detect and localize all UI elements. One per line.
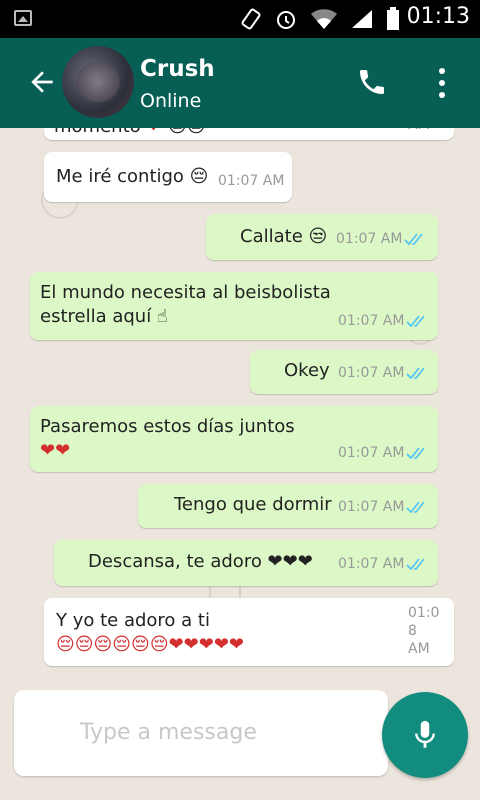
- phone-icon[interactable]: [356, 66, 388, 98]
- message-time: 01:07 AM: [336, 231, 403, 247]
- message-text: Callate 😒: [240, 226, 328, 247]
- alarm-icon: [277, 11, 295, 29]
- message-incoming[interactable]: Me iré contigo 😔 01:07 AM: [44, 152, 292, 202]
- message-time: 01:07 AM: [338, 313, 405, 329]
- message-meta: 01:07 AM: [338, 551, 428, 577]
- message-outgoing[interactable]: Pasaremos estos días juntos ❤❤ 01:07 AM: [30, 406, 438, 472]
- message-outgoing[interactable]: Callate 😒 01:07 AM: [206, 214, 438, 260]
- message-time: 01:07 AM: [338, 556, 405, 572]
- message-time: 01:07 AM: [338, 499, 405, 515]
- message-time: AM: [408, 128, 430, 138]
- message-time: 01:07 AM: [218, 173, 285, 189]
- gallery-icon: [14, 10, 32, 26]
- message-time: 01:07 AM: [338, 365, 405, 381]
- message-input-box[interactable]: Type a message: [14, 690, 388, 776]
- message-incoming[interactable]: Y yo te adoro a ti 😔😔😔😔😔😔❤❤❤❤❤ 01:0 8 AM: [44, 598, 454, 666]
- message-meta: 01:07 AM: [338, 440, 428, 466]
- message-text-line2: 😔😔😔😔😔😔❤❤❤❤❤: [56, 634, 244, 655]
- mic-button[interactable]: [382, 692, 468, 778]
- double-check-icon: [406, 501, 426, 514]
- message-list[interactable]: momento ❤ 😔😔 AM Me iré contigo 😔 01:07 A…: [0, 128, 480, 688]
- message-meta: 01:07 AM: [338, 360, 428, 386]
- message-text: Descansa, te adoro ❤❤❤: [88, 551, 313, 572]
- back-arrow-icon[interactable]: [26, 66, 58, 98]
- message-time: 01:0 8 AM: [408, 604, 439, 658]
- double-check-icon: [406, 558, 426, 571]
- message-text-line2: ❤❤: [40, 440, 71, 461]
- contact-status: Online: [140, 90, 202, 112]
- message-text: Pasaremos estos días juntos: [40, 416, 295, 437]
- message-outgoing[interactable]: El mundo necesita al beisbolista estrell…: [30, 272, 438, 340]
- status-bar: 01:13: [0, 0, 480, 38]
- message-meta: 01:07 AM: [336, 226, 426, 252]
- overflow-menu-icon[interactable]: [434, 66, 450, 98]
- message-outgoing[interactable]: Tengo que dormir 01:07 AM: [138, 484, 438, 528]
- heart-emoji: ❤: [146, 128, 161, 140]
- signal-icon: [352, 10, 372, 28]
- message-time-line3: AM: [408, 641, 430, 657]
- double-check-icon: [406, 447, 426, 460]
- message-text: Me iré contigo 😔: [56, 166, 209, 187]
- message-text: Y yo te adoro a ti: [56, 610, 210, 631]
- battery-icon: [387, 7, 399, 30]
- message-input-placeholder[interactable]: Type a message: [80, 720, 257, 745]
- message-meta: 01:07 AM: [338, 494, 428, 520]
- contact-name[interactable]: Crush: [140, 56, 215, 82]
- double-check-icon: [404, 233, 424, 246]
- contact-avatar[interactable]: [62, 46, 134, 118]
- message-text: El mundo necesita al beisbolista: [40, 282, 331, 303]
- message-incoming[interactable]: momento ❤ 😔😔 AM: [44, 128, 454, 140]
- microphone-icon: [415, 720, 435, 748]
- message-time: 01:07 AM: [338, 445, 405, 461]
- chat-header: Crush Online: [0, 38, 480, 128]
- message-text: Okey: [284, 360, 330, 381]
- message-outgoing[interactable]: Okey 01:07 AM: [250, 350, 438, 394]
- double-check-icon: [406, 367, 426, 380]
- double-check-icon: [406, 315, 426, 328]
- message-text-line2: estrella aquí ☝: [40, 306, 168, 327]
- message-outgoing[interactable]: Descansa, te adoro ❤❤❤ 01:07 AM: [54, 540, 438, 586]
- message-text: Tengo que dormir: [174, 494, 332, 515]
- emoji-group: 😔😔: [168, 128, 206, 140]
- message-meta: 01:07 AM: [338, 308, 428, 334]
- no-rotate-icon: [241, 8, 261, 30]
- clock: 01:13: [406, 4, 470, 29]
- message-text: momento: [54, 128, 141, 140]
- wifi-icon: [311, 9, 337, 29]
- message-time-line1: 01:0: [408, 605, 440, 621]
- message-time-line2: 8: [408, 623, 417, 639]
